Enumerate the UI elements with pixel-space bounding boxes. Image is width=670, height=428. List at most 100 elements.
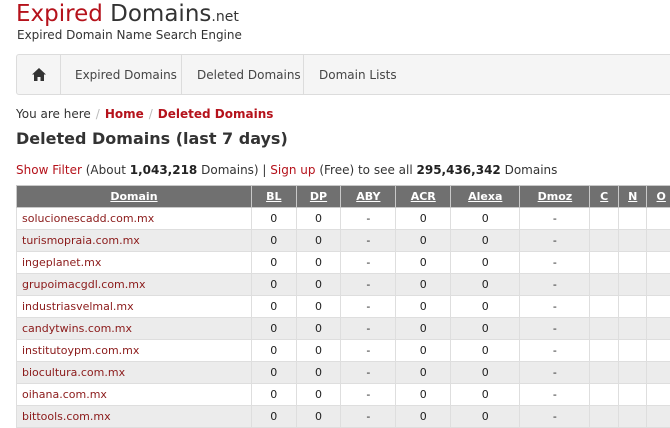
cell-n [617, 317, 648, 340]
cell-dp: 0 [295, 295, 342, 318]
cell-dp: 0 [295, 383, 342, 406]
cell-alexa: 0 [450, 383, 521, 406]
column-header-o[interactable]: O [646, 185, 670, 208]
cell-aby: - [340, 405, 397, 428]
cell-dmoz: - [519, 317, 591, 340]
cell-o [646, 383, 670, 406]
cell-c [589, 251, 619, 274]
cell-n [617, 229, 648, 252]
cell-o [646, 207, 670, 230]
cell-dmoz: - [519, 273, 591, 296]
cell-bl: 0 [250, 317, 297, 340]
column-header-dp[interactable]: DP [295, 185, 342, 208]
column-header-aby[interactable]: ABY [340, 185, 397, 208]
breadcrumb-separator: / [95, 107, 100, 121]
cell-acr: 0 [395, 229, 452, 252]
breadcrumb-home-link[interactable]: Home [105, 107, 144, 121]
domain-link[interactable]: ingeplanet.mx [16, 251, 252, 274]
domain-link[interactable]: grupoimacgdl.com.mx [16, 273, 252, 296]
page-title: Deleted Domains (last 7 days) [16, 129, 288, 148]
column-header-bl[interactable]: BL [250, 185, 297, 208]
cell-alexa: 0 [450, 317, 521, 340]
domains-table: Domain BL DP ABY ACR Alexa Dmoz C N O solucionesc… [16, 185, 670, 428]
column-header-alexa[interactable]: Alexa [450, 185, 521, 208]
cell-n [617, 207, 648, 230]
cell-n [617, 339, 648, 362]
domain-link[interactable]: turismopraia.com.mx [16, 229, 252, 252]
cell-o [646, 251, 670, 274]
table-header-row: Domain BL DP ABY ACR Alexa Dmoz C N O [16, 185, 670, 208]
cell-acr: 0 [395, 339, 452, 362]
count-suffix: Domains) | [197, 163, 271, 177]
domain-link[interactable]: biocultura.com.mx [16, 361, 252, 384]
cell-c [589, 361, 619, 384]
site-logo[interactable]: Expired Domains.net [16, 3, 239, 26]
domain-link[interactable]: solucionescadd.com.mx [16, 207, 252, 230]
cell-alexa: 0 [450, 207, 521, 230]
domain-link[interactable]: candytwins.com.mx [16, 317, 252, 340]
cell-o [646, 295, 670, 318]
cell-alexa: 0 [450, 339, 521, 362]
table-row: biocultura.com.mx 0 0-0 0- [16, 361, 670, 384]
breadcrumb: You are here / Home / Deleted Domains [16, 107, 273, 121]
column-header-c[interactable]: C [589, 185, 619, 208]
cell-o [646, 405, 670, 428]
cell-aby: - [340, 361, 397, 384]
table-row: grupoimacgdl.com.mx 0 0-0 0- [16, 273, 670, 296]
sign-up-link[interactable]: Sign up [270, 163, 315, 177]
column-header-n[interactable]: N [617, 185, 648, 208]
cell-n [617, 383, 648, 406]
cell-alexa: 0 [450, 229, 521, 252]
table-row: oihana.com.mx 0 0-0 0- [16, 383, 670, 406]
cell-c [589, 273, 619, 296]
cell-o [646, 317, 670, 340]
cell-dmoz: - [519, 295, 591, 318]
cell-dmoz: - [519, 229, 591, 252]
table-row: institutoypm.com.mx 0 0-0 0- [16, 339, 670, 362]
cell-alexa: 0 [450, 273, 521, 296]
cell-bl: 0 [250, 207, 297, 230]
cell-bl: 0 [250, 383, 297, 406]
nav-home-button[interactable] [17, 55, 61, 94]
show-filter-link[interactable]: Show Filter [16, 163, 82, 177]
site-tagline: Expired Domain Name Search Engine [17, 28, 242, 42]
nav-expired-domains[interactable]: Expired Domains [61, 55, 182, 94]
cell-bl: 0 [250, 251, 297, 274]
cell-c [589, 229, 619, 252]
results-info: Show Filter (About 1,043,218 Domains) | … [16, 163, 557, 177]
cell-bl: 0 [250, 273, 297, 296]
domain-link[interactable]: oihana.com.mx [16, 383, 252, 406]
column-header-domain[interactable]: Domain [16, 185, 252, 208]
cell-dmoz: - [519, 383, 591, 406]
cell-dmoz: - [519, 405, 591, 428]
nav-deleted-domains[interactable]: Deleted Domains [182, 55, 304, 94]
cell-acr: 0 [395, 361, 452, 384]
table-row: turismopraia.com.mx 0 0-0 0- [16, 229, 670, 252]
table-row: bittools.com.mx 0 0-0 0- [16, 405, 670, 428]
domain-link[interactable]: bittools.com.mx [16, 405, 252, 428]
table-row: solucionescadd.com.mx 0 0-0 0- [16, 207, 670, 230]
cell-n [617, 251, 648, 274]
cell-dp: 0 [295, 207, 342, 230]
cell-c [589, 207, 619, 230]
column-header-dmoz[interactable]: Dmoz [519, 185, 591, 208]
table-body: solucionescadd.com.mx 0 0-0 0- turismopraia.… [16, 207, 670, 428]
cell-acr: 0 [395, 295, 452, 318]
domain-link[interactable]: industriasvelmal.mx [16, 295, 252, 318]
column-header-acr[interactable]: ACR [395, 185, 452, 208]
cell-aby: - [340, 273, 397, 296]
cell-bl: 0 [250, 339, 297, 362]
cell-c [589, 295, 619, 318]
logo-text-tld: .net [211, 9, 239, 25]
cell-bl: 0 [250, 295, 297, 318]
logo-text-expired: Expired [16, 1, 103, 27]
cell-acr: 0 [395, 207, 452, 230]
breadcrumb-separator: / [148, 107, 153, 121]
breadcrumb-current-link[interactable]: Deleted Domains [158, 107, 274, 121]
cell-aby: - [340, 295, 397, 318]
nav-domain-lists[interactable]: Domain Lists [304, 55, 412, 94]
cell-n [617, 295, 648, 318]
domain-link[interactable]: institutoypm.com.mx [16, 339, 252, 362]
cell-c [589, 405, 619, 428]
cell-aby: - [340, 383, 397, 406]
